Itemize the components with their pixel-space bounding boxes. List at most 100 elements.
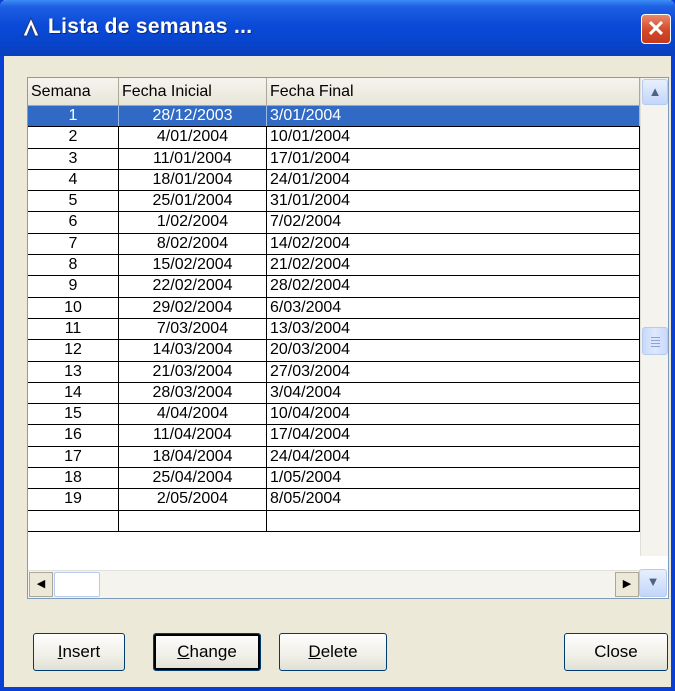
scroll-down-button[interactable]: ▼ — [639, 569, 667, 597]
chevron-down-icon: ▼ — [646, 574, 660, 589]
cell-fecha-final: 7/02/2004 — [267, 212, 640, 233]
table-row[interactable]: 10 29/02/2004 6/03/2004 — [28, 297, 640, 319]
table-row[interactable]: 8 15/02/2004 21/02/2004 — [28, 255, 640, 277]
cell-fecha-inicial: 4/01/2004 — [119, 127, 267, 148]
cell-semana: 19 — [28, 489, 119, 510]
table-row[interactable]: 11 7/03/2004 13/03/2004 — [28, 318, 640, 341]
window-title: Lista de semanas ... — [48, 15, 253, 38]
table-row[interactable]: 2 4/01/2004 10/01/2004 — [28, 127, 640, 149]
app-icon — [22, 17, 40, 37]
column-header-fecha-final[interactable]: Fecha Final — [267, 78, 640, 106]
table-row[interactable]: 16 11/04/2004 17/04/2004 — [28, 425, 640, 447]
cell-fecha-final: 1/05/2004 — [267, 468, 640, 489]
cell-semana: 5 — [28, 191, 119, 212]
cell-fecha-inicial: 11/04/2004 — [119, 425, 267, 446]
change-button-label: hange — [189, 642, 237, 661]
chevron-up-icon: ▲ — [648, 84, 662, 99]
change-button-accel: C — [177, 642, 190, 661]
cell-semana: 13 — [28, 361, 119, 382]
cell-fecha-final: 27/03/2004 — [267, 361, 640, 382]
cell-semana: 7 — [28, 233, 119, 255]
cell-fecha-final: 8/05/2004 — [267, 489, 640, 510]
cell-semana: 3 — [28, 148, 119, 169]
horizontal-scrollbar[interactable]: ◀ ▶ — [28, 570, 640, 598]
cell-fecha-inicial: 28/03/2004 — [119, 382, 267, 404]
table-row[interactable]: 18 25/04/2004 1/05/2004 — [28, 468, 640, 490]
close-window-button[interactable]: ✕ — [641, 14, 671, 44]
cell-fecha-final: 24/04/2004 — [267, 446, 640, 468]
empty-row — [28, 510, 640, 532]
table-body: 1 28/12/2003 3/01/2004 2 4/01/2004 10/01/2004… — [28, 106, 640, 532]
cell-fecha-inicial: 25/04/2004 — [119, 468, 267, 489]
cell-fecha-final: 3/04/2004 — [267, 382, 640, 404]
cell-fecha-inicial: 2/05/2004 — [119, 489, 267, 510]
cell-fecha-inicial: 22/02/2004 — [119, 276, 267, 297]
cell-fecha-final: 20/03/2004 — [267, 340, 640, 361]
scroll-left-button[interactable]: ◀ — [29, 572, 53, 597]
cell-fecha-inicial: 25/01/2004 — [119, 191, 267, 212]
cell-semana: 6 — [28, 212, 119, 233]
delete-button-label: elete — [320, 642, 358, 661]
change-button[interactable]: Change — [153, 633, 261, 671]
cell-semana: 12 — [28, 340, 119, 361]
close-icon: ✕ — [646, 16, 666, 41]
cell-fecha-final: 14/02/2004 — [267, 233, 640, 255]
cell-semana: 16 — [28, 425, 119, 446]
table-row[interactable]: 17 18/04/2004 24/04/2004 — [28, 446, 640, 469]
cell-fecha-inicial: 11/01/2004 — [119, 148, 267, 169]
table-row[interactable]: 14 28/03/2004 3/04/2004 — [28, 382, 640, 405]
cell-semana: 1 — [28, 106, 119, 127]
insert-button-label: nsert — [62, 642, 101, 661]
cell-fecha-inicial: 7/03/2004 — [119, 318, 267, 340]
close-button-label: Close — [594, 642, 638, 661]
vertical-scrollbar[interactable]: ▲ — [640, 78, 668, 556]
cell-fecha-inicial: 14/03/2004 — [119, 340, 267, 361]
cell-fecha-final: 10/04/2004 — [267, 404, 640, 425]
column-header-row: Semana Fecha Inicial Fecha Final — [28, 78, 640, 106]
table-row[interactable]: 4 18/01/2004 24/01/2004 — [28, 169, 640, 192]
table-row[interactable]: 1 28/12/2003 3/01/2004 — [28, 106, 640, 128]
cell-semana: 4 — [28, 169, 119, 191]
table-row[interactable]: 5 25/01/2004 31/01/2004 — [28, 191, 640, 213]
table-row[interactable]: 15 4/04/2004 10/04/2004 — [28, 404, 640, 426]
weeks-list[interactable]: Semana Fecha Inicial Fecha Final 1 28/12/… — [27, 77, 669, 599]
table-row[interactable]: 12 14/03/2004 20/03/2004 — [28, 340, 640, 362]
cell-semana: 2 — [28, 127, 119, 148]
cell-fecha-final: 28/02/2004 — [267, 276, 640, 297]
cell-fecha-final: 17/01/2004 — [267, 148, 640, 169]
table-row[interactable]: 9 22/02/2004 28/02/2004 — [28, 276, 640, 298]
cell-fecha-inicial: 28/12/2003 — [119, 106, 267, 127]
cell-fecha-final: 24/01/2004 — [267, 169, 640, 191]
cell-fecha-inicial: 1/02/2004 — [119, 212, 267, 233]
cell-semana: 17 — [28, 446, 119, 468]
scroll-right-button[interactable]: ▶ — [615, 572, 639, 597]
table-row[interactable]: 13 21/03/2004 27/03/2004 — [28, 361, 640, 383]
cell-fecha-inicial: 4/04/2004 — [119, 404, 267, 425]
delete-button-accel: D — [308, 642, 321, 661]
cell-semana: 11 — [28, 318, 119, 340]
cell-fecha-inicial: 18/04/2004 — [119, 446, 267, 468]
delete-button[interactable]: Delete — [279, 633, 387, 671]
cell-fecha-final: 6/03/2004 — [267, 297, 640, 318]
cell-fecha-final: 3/01/2004 — [267, 106, 640, 127]
title-bar[interactable]: Lista de semanas ... ✕ — [0, 0, 675, 56]
cell-semana: 15 — [28, 404, 119, 425]
table-row[interactable]: 6 1/02/2004 7/02/2004 — [28, 212, 640, 234]
table-row[interactable]: 7 8/02/2004 14/02/2004 — [28, 233, 640, 256]
column-header-semana[interactable]: Semana — [28, 78, 119, 106]
cell-fecha-final: 31/01/2004 — [267, 191, 640, 212]
cell-fecha-inicial: 15/02/2004 — [119, 255, 267, 276]
scroll-up-button[interactable]: ▲ — [642, 79, 668, 105]
table-row[interactable]: 3 11/01/2004 17/01/2004 — [28, 148, 640, 170]
table-row[interactable]: 19 2/05/2004 8/05/2004 — [28, 489, 640, 511]
cell-fecha-final: 10/01/2004 — [267, 127, 640, 148]
cell-fecha-inicial: 21/03/2004 — [119, 361, 267, 382]
cell-fecha-inicial: 18/01/2004 — [119, 169, 267, 191]
column-header-fecha-inicial[interactable]: Fecha Inicial — [119, 78, 267, 106]
vertical-scroll-thumb[interactable] — [642, 327, 668, 355]
horizontal-scroll-thumb[interactable] — [54, 572, 100, 597]
cell-fecha-final: 13/03/2004 — [267, 318, 640, 340]
insert-button[interactable]: Insert — [33, 633, 125, 671]
dialog-window: Lista de semanas ... ✕ Semana Fecha Inic… — [0, 0, 675, 691]
close-button[interactable]: Close — [564, 633, 668, 671]
